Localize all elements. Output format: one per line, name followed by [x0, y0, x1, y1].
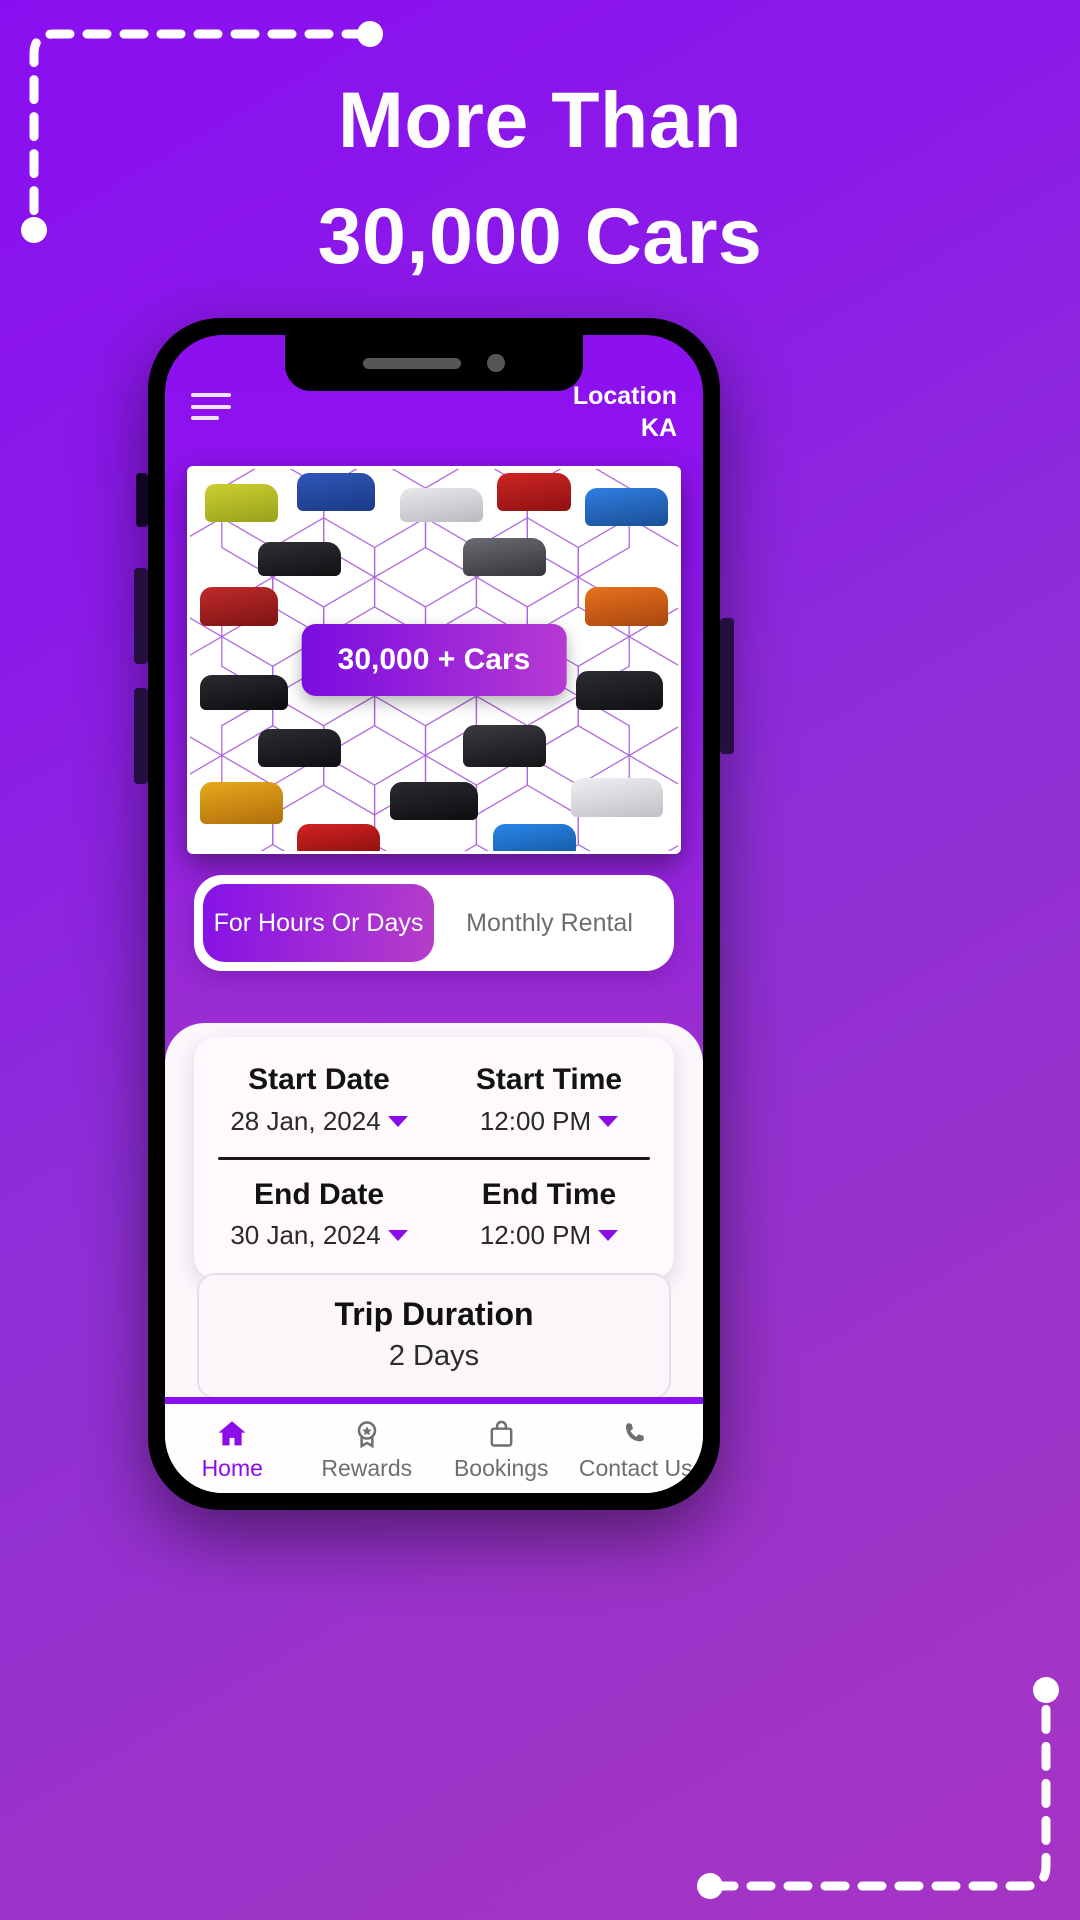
nav-label-bookings: Bookings	[453, 1455, 549, 1481]
start-date-value: 28 Jan, 2024	[230, 1105, 381, 1136]
car-thumb	[258, 728, 342, 767]
chevron-down-icon[interactable]	[387, 1115, 408, 1127]
promo-headline: More Than 30,000 Cars	[0, 62, 1080, 294]
end-time-value: 12:00 PM	[479, 1220, 592, 1251]
chevron-down-icon[interactable]	[387, 1230, 408, 1242]
hero-banner-wrapper: 30,000 + Cars	[187, 466, 681, 854]
car-thumb	[463, 537, 547, 576]
start-date-value-row: 28 Jan, 2024	[204, 1102, 434, 1141]
booking-end-row: End Date 30 Jan, 2024 End Time 12:00 PM	[204, 1174, 664, 1256]
end-date-value: 30 Jan, 2024	[230, 1220, 381, 1251]
car-thumb	[258, 541, 342, 576]
end-date-value-row: 30 Jan, 2024	[204, 1216, 434, 1255]
phone-power-button	[720, 618, 734, 754]
booking-date-card: Start Date 28 Jan, 2024 Start Time 12:00…	[194, 1037, 674, 1280]
headline-line-2: 30,000 Cars	[317, 191, 763, 281]
nav-item-contact-us[interactable]: Contact Us	[569, 1415, 704, 1482]
location-value: KA	[640, 414, 677, 443]
start-date-field[interactable]: Start Date 28 Jan, 2024	[204, 1059, 434, 1141]
bottom-navigation: Home Rewards Bookings Contact Us	[165, 1397, 703, 1493]
phone-notch	[285, 335, 583, 391]
location-selector[interactable]: Location KA	[573, 381, 677, 446]
home-icon	[165, 1415, 300, 1453]
toggle-option-monthly-rental[interactable]: Monthly Rental	[434, 884, 665, 962]
car-thumb	[199, 587, 278, 626]
earpiece-speaker	[363, 357, 461, 369]
end-date-field[interactable]: End Date 30 Jan, 2024	[204, 1174, 434, 1256]
car-thumb	[492, 824, 576, 851]
car-thumb	[463, 724, 547, 767]
divider	[218, 1156, 650, 1160]
car-thumb	[399, 488, 483, 523]
bag-icon	[434, 1415, 569, 1453]
chevron-down-icon[interactable]	[598, 1115, 619, 1127]
booking-start-row: Start Date 28 Jan, 2024 Start Time 12:00…	[204, 1059, 664, 1141]
start-time-value: 12:00 PM	[479, 1105, 592, 1136]
car-thumb	[390, 782, 478, 821]
phone-volume-up-button	[134, 568, 148, 664]
nav-label-home: Home	[201, 1455, 263, 1481]
dashed-corner-bottom-right	[697, 1677, 1059, 1899]
phone-volume-down-button	[134, 688, 148, 784]
car-thumb	[297, 824, 381, 851]
trip-duration-card: Trip Duration 2 Days	[197, 1273, 671, 1399]
nav-item-home[interactable]: Home	[165, 1415, 300, 1482]
car-thumb	[585, 587, 669, 626]
phone-screen: Location KA 30,000 + Cars For Hours Or D…	[165, 335, 703, 1493]
car-thumb	[585, 488, 669, 527]
start-time-value-row: 12:00 PM	[434, 1102, 664, 1141]
start-time-field[interactable]: Start Time 12:00 PM	[434, 1059, 664, 1141]
car-thumb	[199, 782, 283, 825]
hero-banner[interactable]: 30,000 + Cars	[187, 466, 681, 854]
headline-line-1: More Than	[338, 75, 742, 164]
nav-item-bookings[interactable]: Bookings	[434, 1415, 569, 1482]
end-date-label: End Date	[253, 1177, 385, 1211]
car-thumb	[497, 472, 571, 511]
location-label: Location	[572, 382, 677, 410]
car-thumb	[199, 675, 288, 710]
nav-item-rewards[interactable]: Rewards	[300, 1415, 435, 1482]
car-thumb	[297, 472, 376, 511]
car-thumb	[570, 778, 664, 817]
car-thumb	[204, 484, 278, 523]
end-time-field[interactable]: End Time 12:00 PM	[434, 1174, 664, 1256]
start-date-label: Start Date	[248, 1063, 390, 1096]
trip-duration-value: 2 Days	[388, 1340, 480, 1373]
chevron-down-icon[interactable]	[598, 1230, 619, 1242]
nav-label-rewards: Rewards	[321, 1455, 413, 1481]
end-time-label: End Time	[481, 1177, 617, 1211]
trip-duration-title: Trip Duration	[334, 1296, 534, 1332]
hamburger-icon[interactable]	[191, 393, 231, 420]
start-time-label: Start Time	[475, 1063, 623, 1096]
rental-type-toggle: For Hours Or Days Monthly Rental	[194, 875, 674, 971]
end-time-value-row: 12:00 PM	[434, 1216, 664, 1255]
nav-label-contact-us: Contact Us	[578, 1455, 693, 1481]
front-camera	[487, 354, 505, 372]
car-thumb	[575, 671, 664, 710]
phone-mockup: Location KA 30,000 + Cars For Hours Or D…	[134, 318, 734, 1510]
toggle-option-hours-or-days[interactable]: For Hours Or Days	[203, 884, 434, 962]
hero-badge: 30,000 + Cars	[301, 624, 567, 696]
badge-icon	[300, 1415, 435, 1453]
phone-mute-switch	[136, 473, 148, 527]
phone-icon	[569, 1415, 704, 1453]
